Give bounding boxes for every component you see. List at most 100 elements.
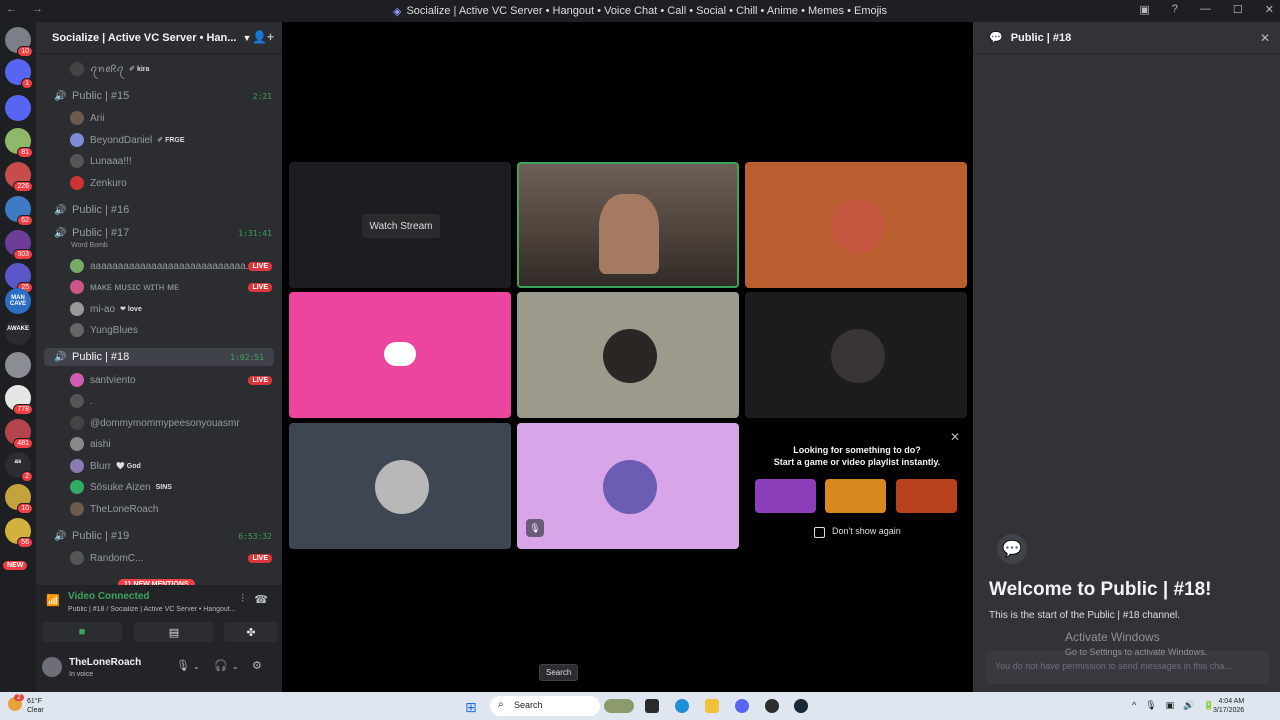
mic-options-icon[interactable]: ⌄ (193, 662, 200, 671)
voice-user[interactable]: aishi (36, 435, 282, 453)
voice-user[interactable]: . (36, 392, 282, 410)
voice-user[interactable]: Sōsuke Aizen SINS (36, 478, 282, 496)
voice-user[interactable]: RandomC... LIVE (36, 549, 282, 567)
server-list: 10 1 81 226 62 303 25 MAN CAVE AWAKE 778 481 as 2 10 5… (0, 22, 36, 692)
server-icon[interactable] (5, 95, 31, 121)
voice-user-name: ᴍᴀᴋᴇ ᴍᴜꜱɪᴄ ᴡɪᴛʜ ᴍᴇ (90, 281, 179, 293)
video-tile-avatar[interactable]: 🎙 (517, 423, 739, 549)
video-tile-default-avatar[interactable] (289, 292, 511, 418)
avatar (70, 323, 84, 337)
video-tile-speaking[interactable] (517, 162, 739, 288)
weather-widget[interactable]: 61°F Clear (27, 697, 44, 715)
voice-channel[interactable]: 🔊 Public | #16 (36, 201, 282, 219)
voice-user[interactable]: santviento LIVE (36, 371, 282, 389)
voice-user[interactable]: TheLoneRoach (36, 500, 282, 518)
disconnect-icon[interactable]: ☎ (254, 593, 268, 606)
speaker-icon: 🔊 (54, 90, 67, 102)
close-button[interactable]: ✕ (1265, 3, 1274, 16)
widgets-icon[interactable] (604, 699, 634, 713)
activity-game-1[interactable] (755, 479, 816, 513)
server-icon[interactable]: 481 (5, 419, 33, 449)
new-unreads-badge[interactable]: NEW (3, 561, 28, 570)
voice-status[interactable]: Video Connected (68, 591, 150, 602)
dont-show-checkbox[interactable] (814, 527, 825, 538)
gear-icon[interactable]: ⚙ (252, 659, 262, 672)
close-icon[interactable]: ✕ (1260, 31, 1270, 45)
watch-stream-button[interactable]: Watch Stream (362, 214, 440, 238)
voice-user[interactable]: ꪖꪀꫀᖇꪖ ✐ kira (36, 60, 282, 78)
server-icon[interactable]: 10 (5, 27, 33, 57)
maximize-button[interactable]: ☐ (1233, 3, 1243, 16)
close-icon[interactable]: ✕ (950, 430, 960, 444)
server-icon[interactable]: 1 (5, 59, 33, 89)
video-tile-avatar[interactable] (745, 162, 967, 288)
channel-timer: 1:31:41 (238, 228, 272, 238)
camera-button[interactable]: ■ (42, 622, 122, 642)
voice-channel[interactable]: 🔊 Public | #19 6:53:32 (36, 527, 282, 545)
server-icon[interactable]: 226 (5, 162, 33, 192)
voice-user[interactable]: Blurr 🤍 God (36, 457, 282, 475)
avatar[interactable] (42, 657, 62, 677)
voice-user[interactable]: @dommymommypeesonyouasmr (36, 414, 282, 432)
audio-options-icon[interactable]: ⌄ (232, 662, 239, 671)
server-icon[interactable]: as 2 (5, 452, 33, 482)
mention-badge: 10 (17, 46, 33, 57)
weather-temp: 61°F (27, 698, 42, 705)
username[interactable]: TheLoneRoach (69, 657, 141, 668)
server-icon[interactable]: 56 (5, 518, 33, 548)
voice-user[interactable]: Arii (36, 109, 282, 127)
voice-channel[interactable]: 🔊 Public | #18 1:02:51 (44, 348, 274, 366)
activity-game-3[interactable] (896, 479, 957, 513)
voice-user[interactable]: YungBlues (36, 321, 282, 339)
clock[interactable]: 4:04 AM 3/17/2026 (1213, 697, 1244, 715)
video-tile-avatar[interactable] (289, 423, 511, 549)
voice-user[interactable]: Zenkuro (36, 174, 282, 192)
video-tile-avatar[interactable] (517, 292, 739, 418)
voice-channel[interactable]: 🔊 Public | #17 1:31:41 (36, 224, 282, 242)
minimize-button[interactable]: — (1200, 3, 1211, 16)
person-silhouette (599, 194, 659, 274)
activity-game-2[interactable] (825, 479, 886, 513)
nav-arrows[interactable]: ← → (6, 3, 49, 15)
task-view-icon[interactable] (645, 699, 659, 713)
server-icon[interactable] (5, 352, 31, 378)
avatar (70, 394, 84, 408)
mention-badge: 62 (17, 215, 33, 226)
server-icon[interactable]: MAN CAVE (5, 288, 31, 314)
server-icon[interactable]: 81 (5, 128, 33, 158)
add-member-icon[interactable]: 👤+ (252, 30, 274, 44)
video-tile-avatar[interactable] (745, 292, 967, 418)
taskbar-search[interactable]: ⌕ Search (490, 696, 600, 716)
microphone-icon[interactable]: 🎙 (176, 659, 190, 672)
file-explorer-icon[interactable] (705, 699, 719, 713)
discord-taskbar-icon[interactable] (735, 699, 749, 713)
headphones-icon[interactable]: 🎧 (214, 659, 228, 672)
inbox-icon[interactable]: ▣ (1139, 3, 1149, 16)
screen-share-icon: ▤ (168, 626, 180, 639)
voice-user[interactable]: Lunaaa!!! (36, 152, 282, 170)
voice-user[interactable]: aaaaaaaaaaaaaaaaaaaaaaaaaaaa... LIVE (36, 257, 282, 275)
activities-button[interactable]: ✤ (224, 622, 278, 642)
server-header[interactable]: Socialize | Active VC Server • Han... ▼ … (36, 22, 282, 54)
voice-user[interactable]: BeyondDaniel ✐ FRGE (36, 131, 282, 149)
server-icon[interactable]: 10 (5, 484, 33, 514)
stream-tile[interactable]: Watch Stream (289, 162, 511, 288)
server-icon[interactable]: AWAKE (5, 319, 31, 345)
windows-start-icon[interactable]: ⊞ (465, 699, 477, 716)
server-icon[interactable]: 778 (5, 385, 33, 415)
voice-user[interactable]: mi-ao ❤ love (36, 300, 282, 318)
edge-browser-icon[interactable] (675, 699, 689, 713)
voice-user[interactable]: ᴍᴀᴋᴇ ᴍᴜꜱɪᴄ ᴡɪᴛʜ ᴍᴇ LIVE (36, 278, 282, 296)
help-icon[interactable]: ? (1172, 3, 1178, 16)
noise-suppression-icon[interactable]: ⫶ (241, 593, 244, 606)
server-icon[interactable]: 303 (5, 230, 33, 260)
app-taskbar-icon[interactable] (765, 699, 779, 713)
avatar (70, 154, 84, 168)
system-tray[interactable]: ^🎙▣🔊🔋 (1132, 700, 1224, 711)
server-icon[interactable]: 25 (5, 263, 33, 293)
voice-channel[interactable]: 🔊 Public | #15 2:21 (36, 87, 282, 105)
steam-icon[interactable] (794, 699, 808, 713)
screen-share-button[interactable]: ▤ (134, 622, 214, 642)
speaker-icon: 🔊 (54, 530, 67, 542)
server-icon[interactable]: 62 (5, 196, 33, 226)
